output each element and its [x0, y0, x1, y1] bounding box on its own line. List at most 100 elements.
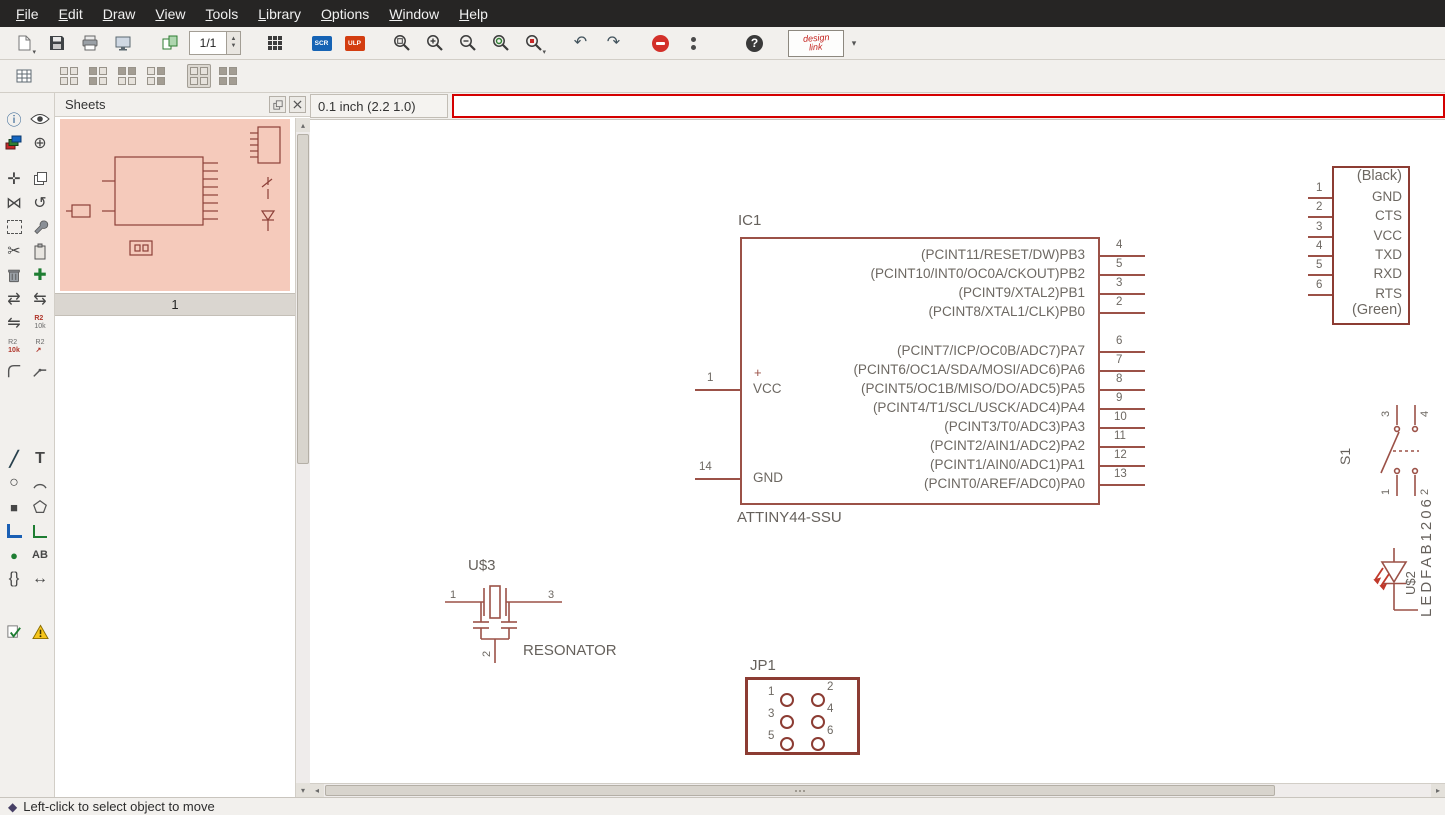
scroll-up-button[interactable]: ▴	[296, 118, 310, 132]
bus-tool-button[interactable]	[2, 520, 26, 542]
pin-line	[1100, 255, 1145, 257]
sheet-selector[interactable]: 1/1 ▲ ▼	[189, 31, 241, 55]
menu-library[interactable]: Library	[248, 2, 311, 26]
split-tool-button[interactable]	[28, 360, 52, 382]
dimension-tool-button[interactable]: ↔	[28, 568, 52, 590]
window-layout-button-1[interactable]	[57, 64, 81, 88]
window-layout-button-4[interactable]	[144, 64, 168, 88]
rotate-tool-button[interactable]: ↺	[28, 192, 52, 214]
canvas-horizontal-scrollbar[interactable]: ◂ ▸	[310, 783, 1445, 797]
undo-button[interactable]: ↶	[567, 30, 594, 57]
attribute-tool-button[interactable]: {}	[2, 568, 26, 590]
grid-dialog-button[interactable]	[10, 63, 37, 90]
sheet-1-item[interactable]: 1	[55, 293, 295, 316]
scrollbar-thumb[interactable]	[297, 134, 309, 464]
pin-label: RXD	[1373, 266, 1402, 281]
net-tool-button[interactable]	[28, 520, 52, 542]
cut-tool-button[interactable]: ✂	[2, 240, 26, 262]
command-line-input[interactable]	[452, 94, 1445, 118]
redo-button[interactable]: ↷	[600, 30, 627, 57]
show-tool-button[interactable]	[28, 108, 52, 130]
sheet-spinner-arrows[interactable]: ▲ ▼	[226, 32, 240, 54]
zoom-select-button[interactable]: ▾	[520, 30, 547, 57]
s heet-1-thumbnail[interactable]	[60, 119, 290, 291]
group-tool-button[interactable]	[2, 216, 26, 238]
detach-panel-button[interactable]	[269, 96, 286, 113]
move-tool-button[interactable]: ✛	[2, 168, 26, 190]
component-name: S1	[1337, 447, 1353, 465]
name-tool-button[interactable]: R2 10k	[28, 312, 52, 334]
gateswap-tool-button[interactable]: ⇆	[28, 288, 52, 310]
info-tool-button[interactable]: ⓘ	[2, 108, 26, 130]
menu-window[interactable]: Window	[379, 2, 449, 26]
display-layers-button[interactable]	[2, 132, 26, 154]
scroll-left-button[interactable]: ◂	[310, 784, 324, 797]
text-tool-button[interactable]: T	[28, 448, 52, 470]
zoom-redraw-button[interactable]	[487, 30, 514, 57]
pin-label: (PCINT4/T1/SCL/USCK/ADC4)PA4	[872, 400, 1085, 415]
design-link-label-bottom: link	[808, 41, 824, 53]
mark-tool-button[interactable]: ⊕	[28, 132, 52, 154]
smash-tool-button[interactable]: R2 ↗	[28, 336, 52, 358]
miter-tool-button[interactable]	[2, 360, 26, 382]
pin-number: 5	[1116, 258, 1123, 270]
schematic-canvas[interactable]: IC1 ATTINY44-SSU 1 + VCC 14 GND (PCINT11…	[310, 120, 1445, 783]
scrollbar-thumb[interactable]	[325, 785, 1275, 796]
pinswap-tool-button[interactable]: ⇄	[2, 288, 26, 310]
copy-tool-button[interactable]	[28, 168, 52, 190]
add-tool-button[interactable]: ✚	[28, 264, 52, 286]
circle-tool-button[interactable]: ○	[2, 472, 26, 494]
window-layout-button-6[interactable]	[216, 64, 240, 88]
label-tool-button[interactable]: AB	[28, 544, 52, 566]
polygon-tool-button[interactable]	[28, 496, 52, 518]
window-layout-button-2[interactable]	[86, 64, 110, 88]
value-tool-button[interactable]: R2 10k	[2, 336, 26, 358]
stop-command-button[interactable]	[647, 30, 674, 57]
window-layout-button-5[interactable]	[187, 64, 211, 88]
grid-button[interactable]	[261, 30, 288, 57]
zoom-out-button[interactable]	[454, 30, 481, 57]
new-open-button[interactable]: ▾	[10, 30, 37, 57]
design-link-button[interactable]: design link	[788, 29, 844, 57]
menu-edit[interactable]: Edit	[49, 2, 93, 26]
window-layout-button-3[interactable]	[115, 64, 139, 88]
menu-view[interactable]: View	[145, 2, 195, 26]
menu-options[interactable]: Options	[311, 2, 379, 26]
scroll-right-button[interactable]: ▸	[1431, 784, 1445, 797]
zoom-fit-button[interactable]	[388, 30, 415, 57]
vcc-plus-mark: +	[754, 365, 762, 380]
pin-label: VCC	[1373, 228, 1402, 243]
pin-label: (PCINT8/XTAL1/CLK)PB0	[928, 304, 1085, 319]
design-link-dropdown[interactable]: ▾	[846, 30, 862, 57]
go-button[interactable]	[680, 30, 707, 57]
wire-tool-button[interactable]: ╱	[2, 448, 26, 470]
menu-tools[interactable]: Tools	[196, 2, 249, 26]
erc-errors-button[interactable]	[28, 621, 52, 643]
print-button[interactable]	[76, 30, 103, 57]
paste-tool-button[interactable]	[28, 240, 52, 262]
replace-tool-button[interactable]: ⇋	[2, 312, 26, 334]
go-icon	[691, 36, 696, 50]
run-script-button[interactable]: SCR	[308, 30, 335, 57]
run-ulp-button[interactable]: ULP	[341, 30, 368, 57]
change-tool-button[interactable]	[28, 216, 52, 238]
menu-file[interactable]: File	[6, 2, 49, 26]
menu-draw[interactable]: Draw	[93, 2, 146, 26]
close-panel-button[interactable]	[289, 96, 306, 113]
sheets-vertical-scrollbar[interactable]: ▴ ▾	[295, 118, 310, 797]
zoom-in-button[interactable]	[421, 30, 448, 57]
dropdown-arrow-icon: ▾	[542, 48, 546, 56]
arc-tool-button[interactable]	[28, 472, 52, 494]
menu-help[interactable]: Help	[449, 2, 498, 26]
rect-tool-button[interactable]: ■	[2, 496, 26, 518]
help-button[interactable]: ?	[741, 30, 768, 57]
junction-tool-button[interactable]: ●	[2, 544, 26, 566]
export-image-button[interactable]	[109, 30, 136, 57]
switch-to-board-button[interactable]	[156, 30, 183, 57]
erc-tool-button[interactable]	[2, 621, 26, 643]
mirror-tool-button[interactable]: ⋈	[2, 192, 26, 214]
delete-tool-button[interactable]	[2, 264, 26, 286]
save-button[interactable]	[43, 30, 70, 57]
scroll-down-button[interactable]: ▾	[296, 783, 310, 797]
pin-number: 10	[1114, 411, 1127, 423]
